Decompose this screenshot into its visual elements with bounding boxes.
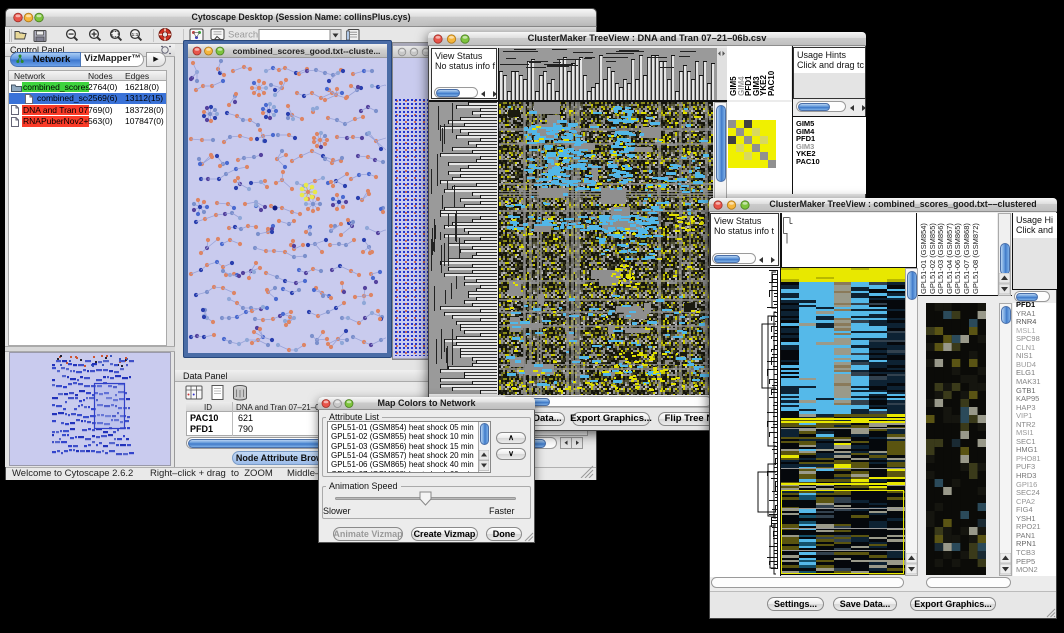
- svg-text:1:1: 1:1: [132, 32, 139, 37]
- svg-text:Search:: Search:: [228, 30, 261, 41]
